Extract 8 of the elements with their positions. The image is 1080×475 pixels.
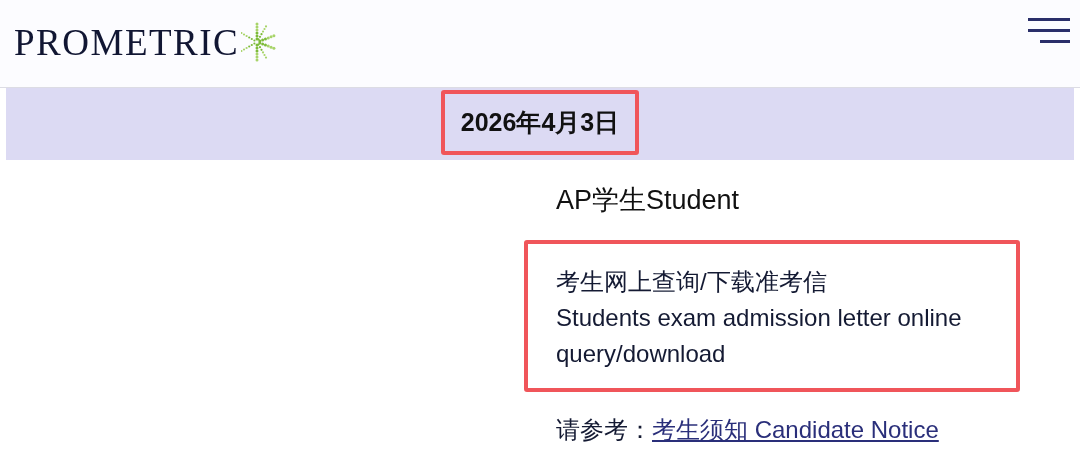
notice-text: Students exam admission letter online query/download — [556, 303, 963, 369]
menu-button[interactable] — [1026, 18, 1072, 44]
logo-text: PROMETRIC — [14, 20, 240, 64]
notice-text: 考生网上查询/下载准考信 — [556, 267, 828, 297]
section-title: AP学生Student — [555, 184, 741, 217]
reference-label: 请参考： — [556, 415, 652, 445]
date-heading: 2026年4月3日 — [460, 107, 620, 136]
candidate-notice-link[interactable]: 考生须知 Candidate Notice — [652, 414, 939, 446]
